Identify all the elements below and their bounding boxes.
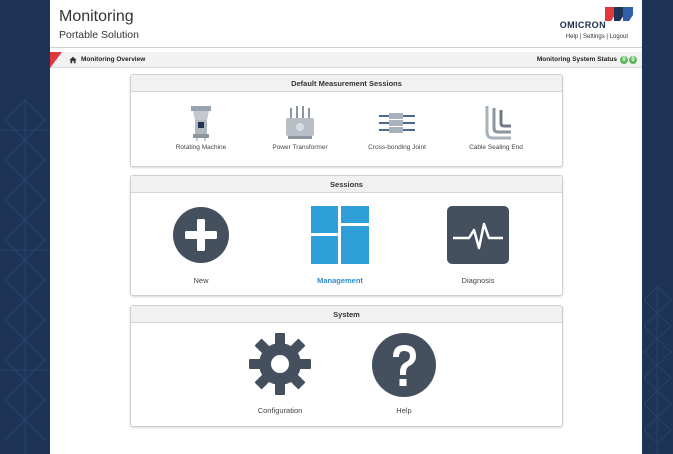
logout-link[interactable]: Logout [610, 34, 628, 40]
configuration-item[interactable]: Configuration [242, 332, 318, 415]
bar-accent-corner [50, 52, 62, 68]
background-left [0, 0, 50, 454]
help-label: Help [396, 406, 412, 415]
status-indicator-1[interactable]: 0 [620, 56, 628, 64]
navigation-bar: Monitoring Overview Monitoring System St… [50, 52, 642, 68]
cross-bonding-joint-icon [379, 113, 415, 133]
rotating-machine-label: Rotating Machine [175, 144, 227, 151]
cross-bonding-joint-label: Cross-bonding Joint [368, 144, 426, 151]
cable-sealing-end-icon [485, 106, 511, 140]
gear-icon [249, 333, 311, 395]
new-session-item[interactable]: New [166, 206, 236, 285]
power-transformer-icon [286, 106, 314, 139]
question-icon [372, 333, 436, 397]
system-panel: System Configuration Help [130, 305, 563, 427]
diagnosis-label: Diagnosis [461, 276, 495, 285]
brand-name: OMICRON [559, 20, 606, 30]
rotating-machine-icon [191, 106, 211, 141]
system-title: System [131, 306, 562, 323]
power-transformer-label: Power Transformer [272, 144, 328, 151]
status-indicator-2[interactable]: 0 [629, 56, 637, 64]
background-right [642, 0, 673, 454]
management-item[interactable]: Management [304, 206, 376, 285]
default-sessions-title: Default Measurement Sessions [131, 75, 562, 92]
cross-bonding-joint-item[interactable]: Cross-bonding Joint [357, 104, 437, 151]
sessions-panel: Sessions New Management Diagnosis [130, 175, 563, 296]
rotating-machine-item[interactable]: Rotating Machine [161, 104, 241, 151]
help-item[interactable]: Help [366, 332, 442, 415]
sessions-title: Sessions [131, 176, 562, 193]
home-icon[interactable] [69, 56, 77, 64]
app-title: Monitoring [59, 8, 134, 25]
plus-icon [173, 207, 229, 263]
link-separator: | [579, 34, 582, 40]
default-sessions-panel: Default Measurement Sessions Rotating Ma… [130, 74, 563, 167]
management-label: Management [317, 276, 363, 285]
cable-sealing-end-item[interactable]: Cable Sealing End [456, 104, 536, 151]
link-separator: | [606, 34, 608, 40]
app-window: Monitoring Portable Solution OMICRON Hel… [50, 0, 642, 454]
diagnosis-item[interactable]: Diagnosis [442, 206, 514, 285]
grid-icon [311, 206, 369, 264]
settings-link[interactable]: Settings [583, 34, 605, 40]
screen: Monitoring Portable Solution OMICRON Hel… [0, 0, 673, 454]
system-status-label: Monitoring System Status [536, 56, 617, 63]
app-subtitle: Portable Solution [59, 29, 139, 41]
omicron-logo-icon [605, 7, 633, 21]
configuration-label: Configuration [257, 406, 303, 415]
breadcrumb-monitoring-overview[interactable]: Monitoring Overview [81, 56, 145, 63]
app-header: Monitoring Portable Solution OMICRON Hel… [50, 0, 642, 48]
header-links: Help | Settings | Logout [566, 34, 628, 40]
power-transformer-item[interactable]: Power Transformer [260, 104, 340, 151]
new-session-label: New [193, 276, 209, 285]
help-link[interactable]: Help [566, 34, 578, 40]
cable-sealing-end-label: Cable Sealing End [469, 144, 523, 151]
pulse-icon [447, 206, 509, 264]
